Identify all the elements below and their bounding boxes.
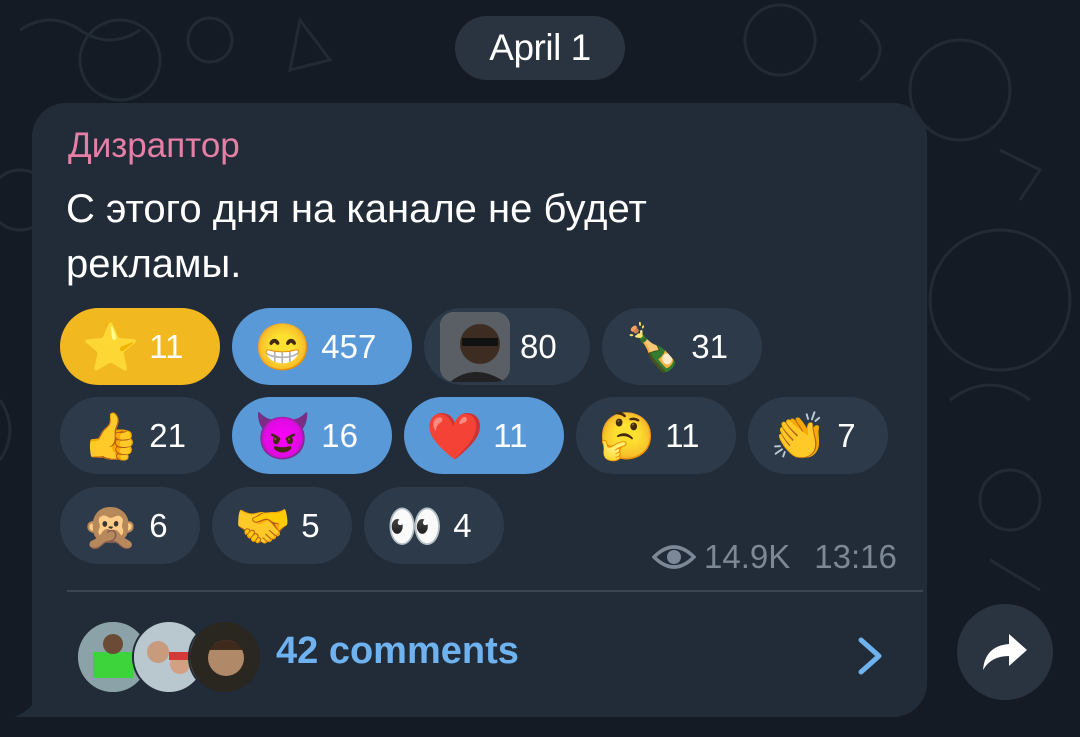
reaction-thinking[interactable]: 🤔 11 xyxy=(576,397,736,474)
speak-no-evil-monkey-icon: 🙊 xyxy=(82,499,140,552)
reaction-count: 4 xyxy=(453,506,472,544)
handshake-icon: 🤝 xyxy=(234,499,292,552)
reaction-champagne[interactable]: 🍾 31 xyxy=(602,308,762,385)
smiling-devil-icon: 😈 xyxy=(254,409,312,462)
eyes-icon: 👀 xyxy=(386,499,444,552)
reaction-count: 11 xyxy=(665,416,700,454)
reaction-devil[interactable]: 😈 16 xyxy=(232,397,392,474)
comments-divider xyxy=(67,590,923,592)
chevron-right-icon[interactable] xyxy=(855,636,885,676)
reaction-count: 11 xyxy=(493,416,528,454)
reaction-grin[interactable]: 😁 457 xyxy=(232,308,412,385)
share-arrow-icon xyxy=(983,634,1027,670)
post-author[interactable]: Дизраптор xyxy=(68,126,240,166)
champagne-icon: 🍾 xyxy=(624,320,682,373)
reaction-thumbs-up[interactable]: 👍 21 xyxy=(60,397,220,474)
reaction-star[interactable]: ⭐ 11 xyxy=(60,308,220,385)
reaction-count: 80 xyxy=(520,327,557,365)
reaction-count: 31 xyxy=(691,327,728,365)
clapping-hands-icon: 👏 xyxy=(770,409,828,462)
reaction-count: 16 xyxy=(321,416,358,454)
reaction-custom-avatar[interactable]: 80 xyxy=(424,308,590,385)
eye-icon xyxy=(652,545,696,569)
reaction-count: 5 xyxy=(301,506,320,544)
comments-link[interactable]: 42 comments xyxy=(276,630,519,673)
heart-icon: ❤️ xyxy=(426,409,484,462)
post-text: С этого дня на канале не будет рекламы. xyxy=(66,187,647,286)
custom-avatar-emoji-icon xyxy=(440,311,510,382)
reaction-count: 21 xyxy=(149,416,186,454)
star-icon: ⭐ xyxy=(82,320,140,373)
post-time: 13:16 xyxy=(814,538,897,575)
share-button[interactable] xyxy=(957,604,1053,700)
reaction-clap[interactable]: 👏 7 xyxy=(748,397,888,474)
reaction-count: 11 xyxy=(149,327,184,365)
reaction-eyes[interactable]: 👀 4 xyxy=(364,487,504,564)
reaction-count: 6 xyxy=(149,506,168,544)
thumbs-up-icon: 👍 xyxy=(82,409,140,462)
reaction-heart[interactable]: ❤️ 11 xyxy=(404,397,564,474)
commenter-avatars[interactable] xyxy=(76,620,262,694)
grinning-face-icon: 😁 xyxy=(254,320,312,373)
reaction-count: 7 xyxy=(837,416,856,454)
post-meta: 14.9K 13:16 xyxy=(652,538,897,576)
reaction-monkey[interactable]: 🙊 6 xyxy=(60,487,200,564)
view-count: 14.9K xyxy=(704,538,791,575)
thinking-face-icon: 🤔 xyxy=(598,409,656,462)
reaction-count: 457 xyxy=(321,327,377,365)
avatar xyxy=(188,620,262,694)
reaction-handshake[interactable]: 🤝 5 xyxy=(212,487,352,564)
date-separator[interactable]: April 1 xyxy=(455,16,625,80)
date-label: April 1 xyxy=(489,27,591,68)
